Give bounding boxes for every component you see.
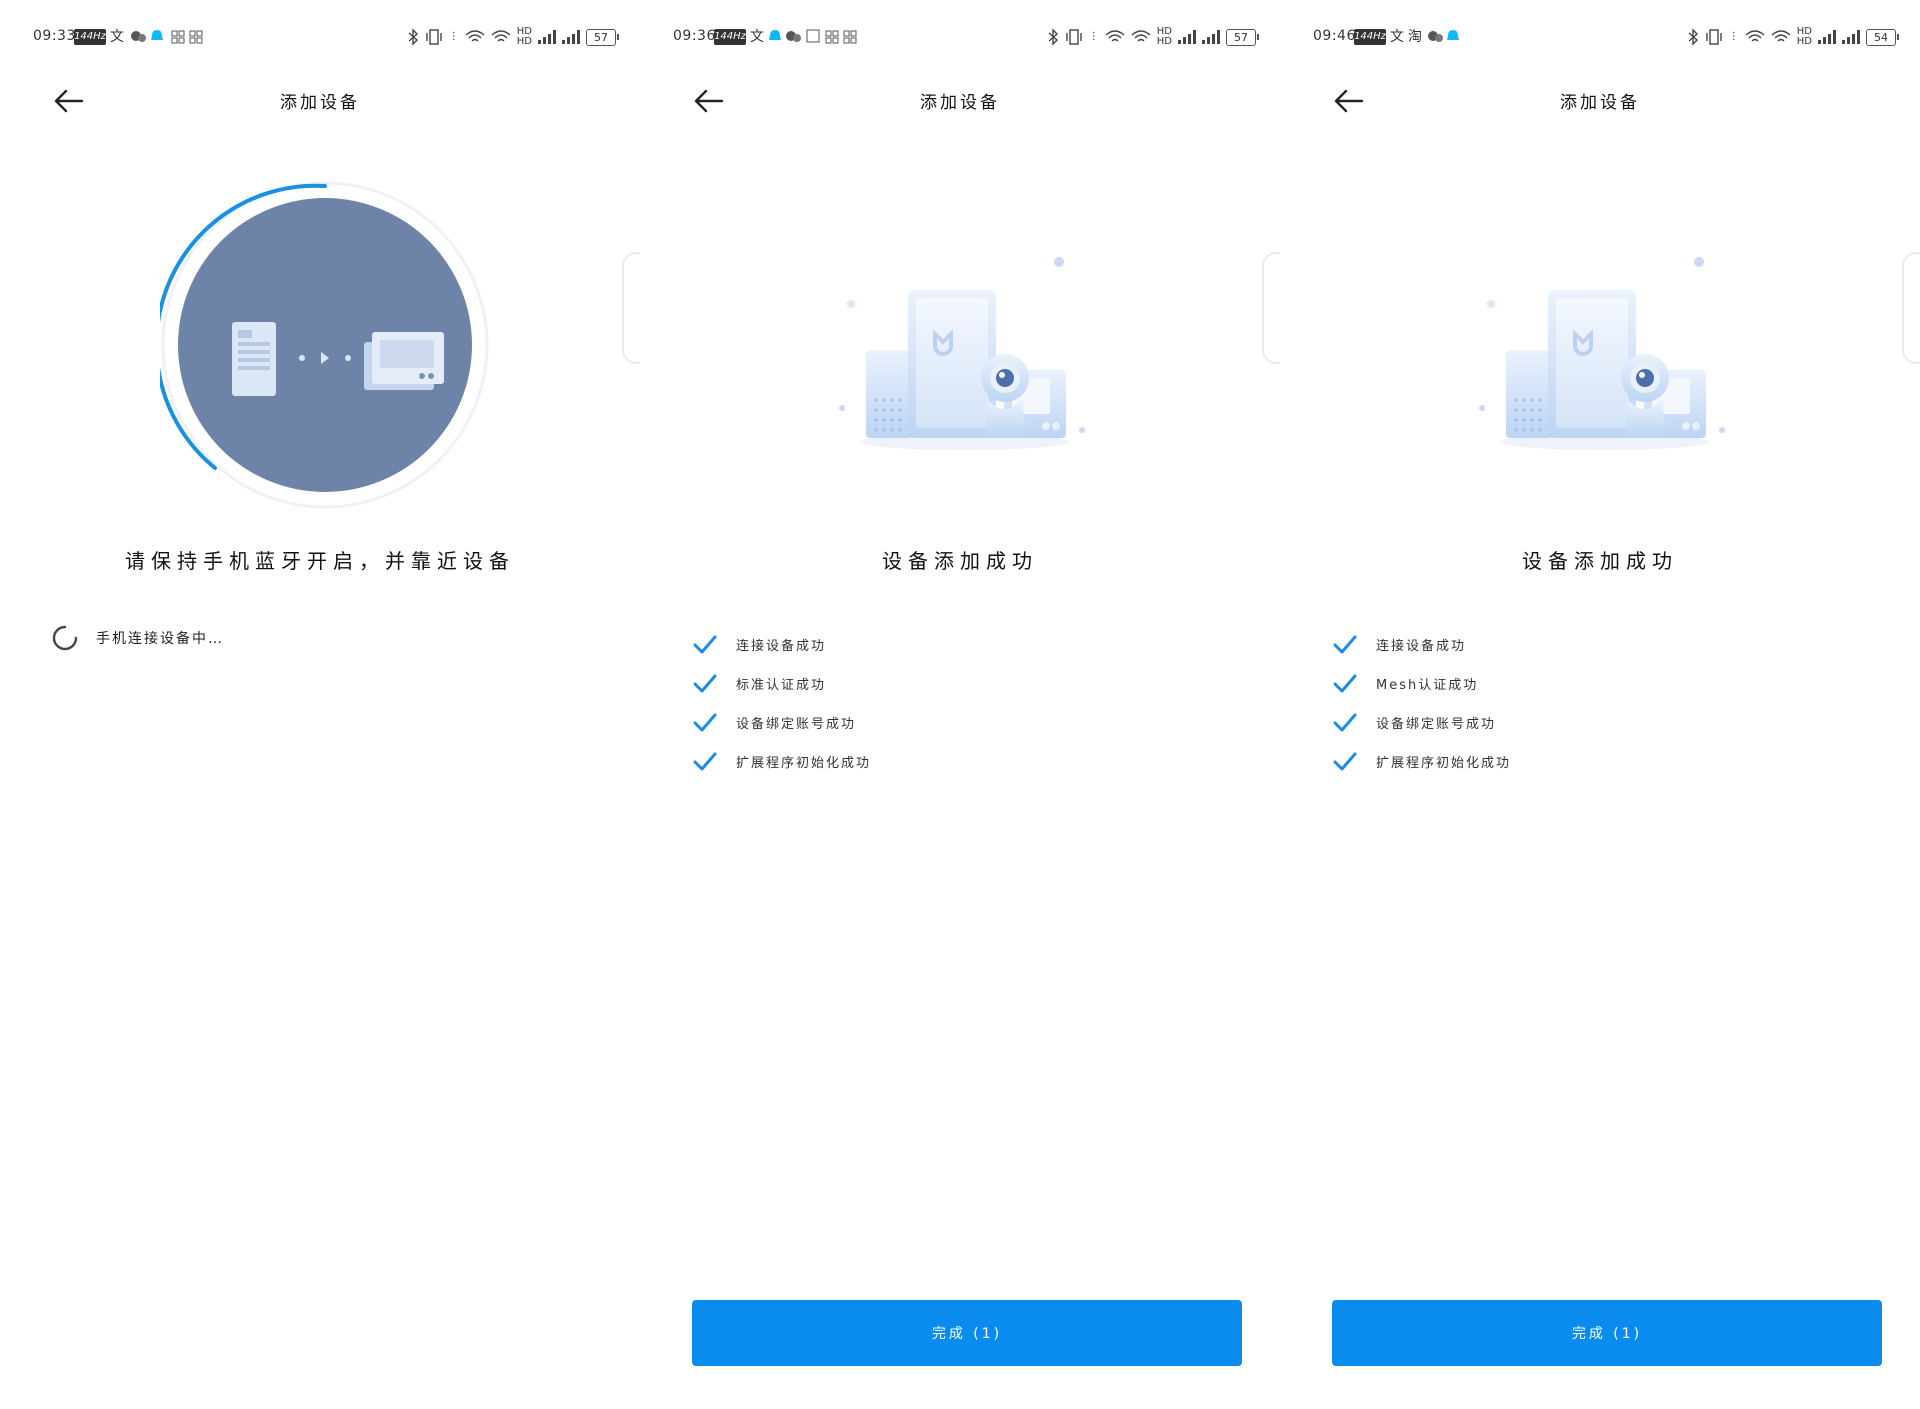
nav-header: 添加设备 <box>640 76 1280 126</box>
wifi-icon <box>491 30 511 42</box>
bluetooth-icon <box>1048 28 1058 46</box>
net-speed-icon: ⋮ <box>448 31 459 42</box>
step-label: Mesh认证成功 <box>1376 678 1479 693</box>
signal-icon <box>1202 30 1220 44</box>
side-card-edge <box>622 252 640 364</box>
hd-icon: HD HD <box>1796 26 1812 47</box>
list-item: 连接设备成功 <box>1332 625 1511 664</box>
list-item: 扩展程序初始化成功 <box>1332 742 1511 781</box>
step-label: 标准认证成功 <box>736 678 827 693</box>
wifi-icon <box>1745 30 1765 42</box>
check-icon <box>1333 635 1357 653</box>
vibrate-icon <box>426 29 442 45</box>
signal-icon <box>538 30 556 44</box>
status-right: ⋮ HD HD 57 <box>1047 26 1259 47</box>
step-label: 连接设备成功 <box>736 639 827 654</box>
success-headline: 设备添加成功 <box>1522 549 1678 573</box>
nav-header: 添加设备 <box>1280 76 1920 126</box>
screen-success-mesh: 09:46 144Hz 文淘 ⋮ HD HD 54 添加设备 设备添加成功 连接… <box>1280 0 1920 1409</box>
check-icon <box>693 713 717 731</box>
done-button[interactable]: 完成 (1) <box>1332 1300 1882 1366</box>
list-item: Mesh认证成功 <box>1332 664 1511 703</box>
vibrate-icon <box>1706 29 1722 45</box>
connecting-status: 手机连接设备中… <box>52 625 224 651</box>
page-title: 添加设备 <box>280 93 360 113</box>
page-title: 添加设备 <box>920 93 1000 113</box>
list-item: 设备绑定账号成功 <box>1332 703 1511 742</box>
hd-icon: HD HD <box>1156 26 1172 47</box>
status-bar: 09:33 144Hz 文 ⋮ HD HD 57 <box>0 0 640 76</box>
signal-icon <box>1818 30 1836 44</box>
net-speed-icon: ⋮ <box>1728 31 1739 42</box>
battery-icon: 54 <box>1866 28 1899 46</box>
connecting-text: 手机连接设备中… <box>96 631 224 647</box>
check-icon <box>1333 752 1357 770</box>
status-bar: 09:46 144Hz 文淘 ⋮ HD HD 54 <box>1280 0 1920 76</box>
step-label: 扩展程序初始化成功 <box>1376 756 1512 771</box>
done-button[interactable]: 完成 (1) <box>692 1300 1242 1366</box>
notification-icons: 文 <box>750 27 860 49</box>
signal-icon <box>562 30 580 44</box>
check-icon <box>693 674 717 692</box>
check-icon <box>693 752 717 770</box>
step-list: 连接设备成功 标准认证成功 设备绑定账号成功 扩展程序初始化成功 <box>692 625 871 781</box>
check-icon <box>1333 674 1357 692</box>
screen-connecting: 09:33 144Hz 文 ⋮ HD HD 57 添加设备 请保持手机蓝牙开启，… <box>0 0 640 1409</box>
status-time: 09:46 <box>1313 28 1356 44</box>
notification-icons: 文 <box>110 27 205 49</box>
refresh-rate-badge: 144Hz <box>1354 29 1386 45</box>
nav-header: 添加设备 <box>0 76 640 126</box>
side-card-edge <box>1262 252 1280 364</box>
refresh-rate-badge: 144Hz <box>714 29 746 45</box>
status-time: 09:36 <box>673 28 716 44</box>
devices-illustration <box>839 257 1085 450</box>
svg-text:文: 文 <box>110 29 124 45</box>
instruction-text: 请保持手机蓝牙开启，并靠近设备 <box>125 549 515 573</box>
status-bar: 09:36 144Hz 文 ⋮ HD HD 57 <box>640 0 1280 76</box>
status-right: ⋮ HD HD 57 <box>407 26 619 47</box>
bluetooth-icon <box>1688 28 1698 46</box>
list-item: 设备绑定账号成功 <box>692 703 871 742</box>
step-list: 连接设备成功 Mesh认证成功 设备绑定账号成功 扩展程序初始化成功 <box>1332 625 1511 781</box>
status-time: 09:33 <box>33 28 76 44</box>
battery-icon: 57 <box>1226 28 1259 46</box>
status-right: ⋮ HD HD 54 <box>1687 26 1899 47</box>
step-label: 设备绑定账号成功 <box>1376 717 1497 732</box>
connecting-illustration <box>160 181 489 509</box>
step-label: 设备绑定账号成功 <box>736 717 857 732</box>
side-card-edge <box>1902 252 1920 364</box>
list-item: 扩展程序初始化成功 <box>692 742 871 781</box>
wifi-icon <box>1131 30 1151 42</box>
phone-icon <box>232 322 276 396</box>
wifi-icon <box>1771 30 1791 42</box>
step-label: 扩展程序初始化成功 <box>736 756 872 771</box>
list-item: 标准认证成功 <box>692 664 871 703</box>
svg-text:文: 文 <box>1390 29 1404 45</box>
notification-icons: 文淘 <box>1390 27 1470 49</box>
list-item: 连接设备成功 <box>692 625 871 664</box>
battery-icon: 57 <box>586 28 619 46</box>
svg-text:文: 文 <box>750 29 764 45</box>
check-icon <box>693 635 717 653</box>
net-speed-icon: ⋮ <box>1088 31 1099 42</box>
hd-icon: HD HD <box>516 26 532 47</box>
device-icon <box>364 332 444 390</box>
screen-success-standard: 09:36 144Hz 文 ⋮ HD HD 57 添加设备 设备添加成功 连接设… <box>640 0 1280 1409</box>
success-headline: 设备添加成功 <box>882 549 1038 573</box>
step-label: 连接设备成功 <box>1376 639 1467 654</box>
vibrate-icon <box>1066 29 1082 45</box>
signal-icon <box>1842 30 1860 44</box>
bluetooth-icon <box>408 28 418 46</box>
svg-text:淘: 淘 <box>1408 29 1422 45</box>
signal-icon <box>1178 30 1196 44</box>
refresh-rate-badge: 144Hz <box>74 29 106 45</box>
check-icon <box>1333 713 1357 731</box>
devices-illustration <box>1479 257 1725 450</box>
wifi-icon <box>1105 30 1125 42</box>
wifi-icon <box>465 30 485 42</box>
spinner-icon <box>52 625 78 651</box>
page-title: 添加设备 <box>1560 93 1640 113</box>
